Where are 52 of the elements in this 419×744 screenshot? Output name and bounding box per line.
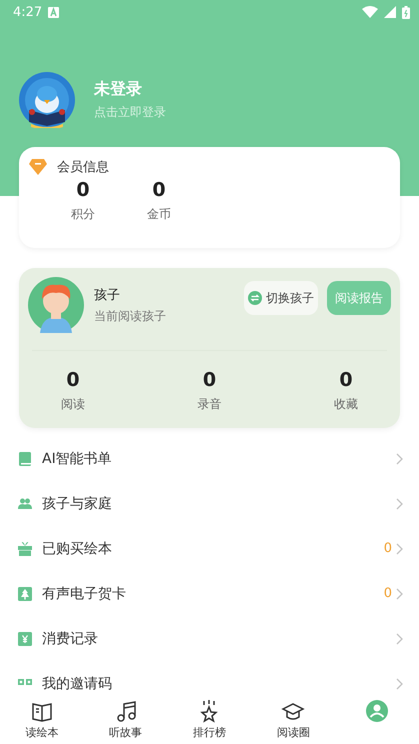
gift-icon bbox=[18, 542, 32, 556]
book-icon bbox=[18, 452, 32, 466]
chevron-right-icon bbox=[396, 632, 403, 644]
switch-child-button[interactable]: 切换孩子 bbox=[244, 281, 318, 315]
people-icon bbox=[18, 496, 32, 510]
yen-icon bbox=[18, 632, 32, 646]
child-name: 孩子 bbox=[94, 286, 121, 304]
stat-label: 金币 bbox=[147, 206, 171, 223]
section-title: 会员信息 bbox=[57, 159, 109, 176]
count-label: 0 bbox=[384, 541, 392, 556]
wifi-icon bbox=[362, 6, 378, 18]
child-subtitle: 当前阅读孩子 bbox=[94, 308, 167, 324]
menu-item[interactable]: 孩子与家庭 bbox=[0, 481, 419, 526]
diamond-icon bbox=[29, 159, 47, 175]
menu-item[interactable]: 消费记录 bbox=[0, 616, 419, 661]
menu-item[interactable]: 已购买绘本 0 bbox=[0, 526, 419, 571]
stat-label: 录音 bbox=[198, 396, 222, 413]
menu-item[interactable]: AI智能书单 bbox=[0, 436, 419, 481]
battery-icon bbox=[402, 6, 410, 18]
stat-value: 0 bbox=[76, 178, 90, 202]
menu-label: 有声电子贺卡 bbox=[42, 584, 127, 602]
stat-value: 0 bbox=[66, 368, 80, 392]
menu-label: AI智能书单 bbox=[42, 450, 113, 468]
signal-icon bbox=[384, 6, 396, 18]
tree-icon bbox=[18, 586, 32, 600]
chevron-right-icon bbox=[396, 542, 403, 554]
stat-value: 0 bbox=[152, 178, 166, 202]
chevron-right-icon bbox=[396, 452, 403, 464]
stat-value: 0 bbox=[202, 368, 216, 392]
menu-label: 消费记录 bbox=[42, 630, 99, 648]
menu-label: 已购买绘本 bbox=[42, 540, 113, 558]
stat-label: 积分 bbox=[71, 206, 95, 223]
notification-icon bbox=[48, 6, 60, 18]
menu-item[interactable]: 有声电子贺卡 0 bbox=[0, 571, 419, 616]
stat-label: 阅读 bbox=[61, 396, 85, 413]
menu-label: 孩子与家庭 bbox=[42, 494, 113, 512]
status-time: 4:27 bbox=[13, 4, 42, 20]
menu-label: 我的邀请码 bbox=[42, 674, 113, 692]
chevron-right-icon bbox=[396, 498, 403, 510]
nav-tab[interactable]: 听故事 bbox=[84, 695, 168, 744]
stat-value: 0 bbox=[339, 368, 353, 392]
avatar-icon bbox=[19, 72, 75, 128]
child-avatar-icon bbox=[28, 277, 84, 333]
nav-tab[interactable]: 阅读圈 bbox=[251, 695, 336, 744]
chevron-right-icon bbox=[396, 588, 403, 600]
swap-icon bbox=[248, 291, 262, 305]
nav-tab[interactable]: 读绘本 bbox=[0, 695, 84, 744]
nav-tab[interactable]: 排行榜 bbox=[168, 695, 252, 744]
stat-label: 收藏 bbox=[334, 396, 358, 413]
menu-item[interactable]: 我的邀请码 bbox=[0, 661, 419, 695]
count-label: 0 bbox=[384, 586, 392, 601]
chevron-right-icon bbox=[396, 678, 403, 690]
